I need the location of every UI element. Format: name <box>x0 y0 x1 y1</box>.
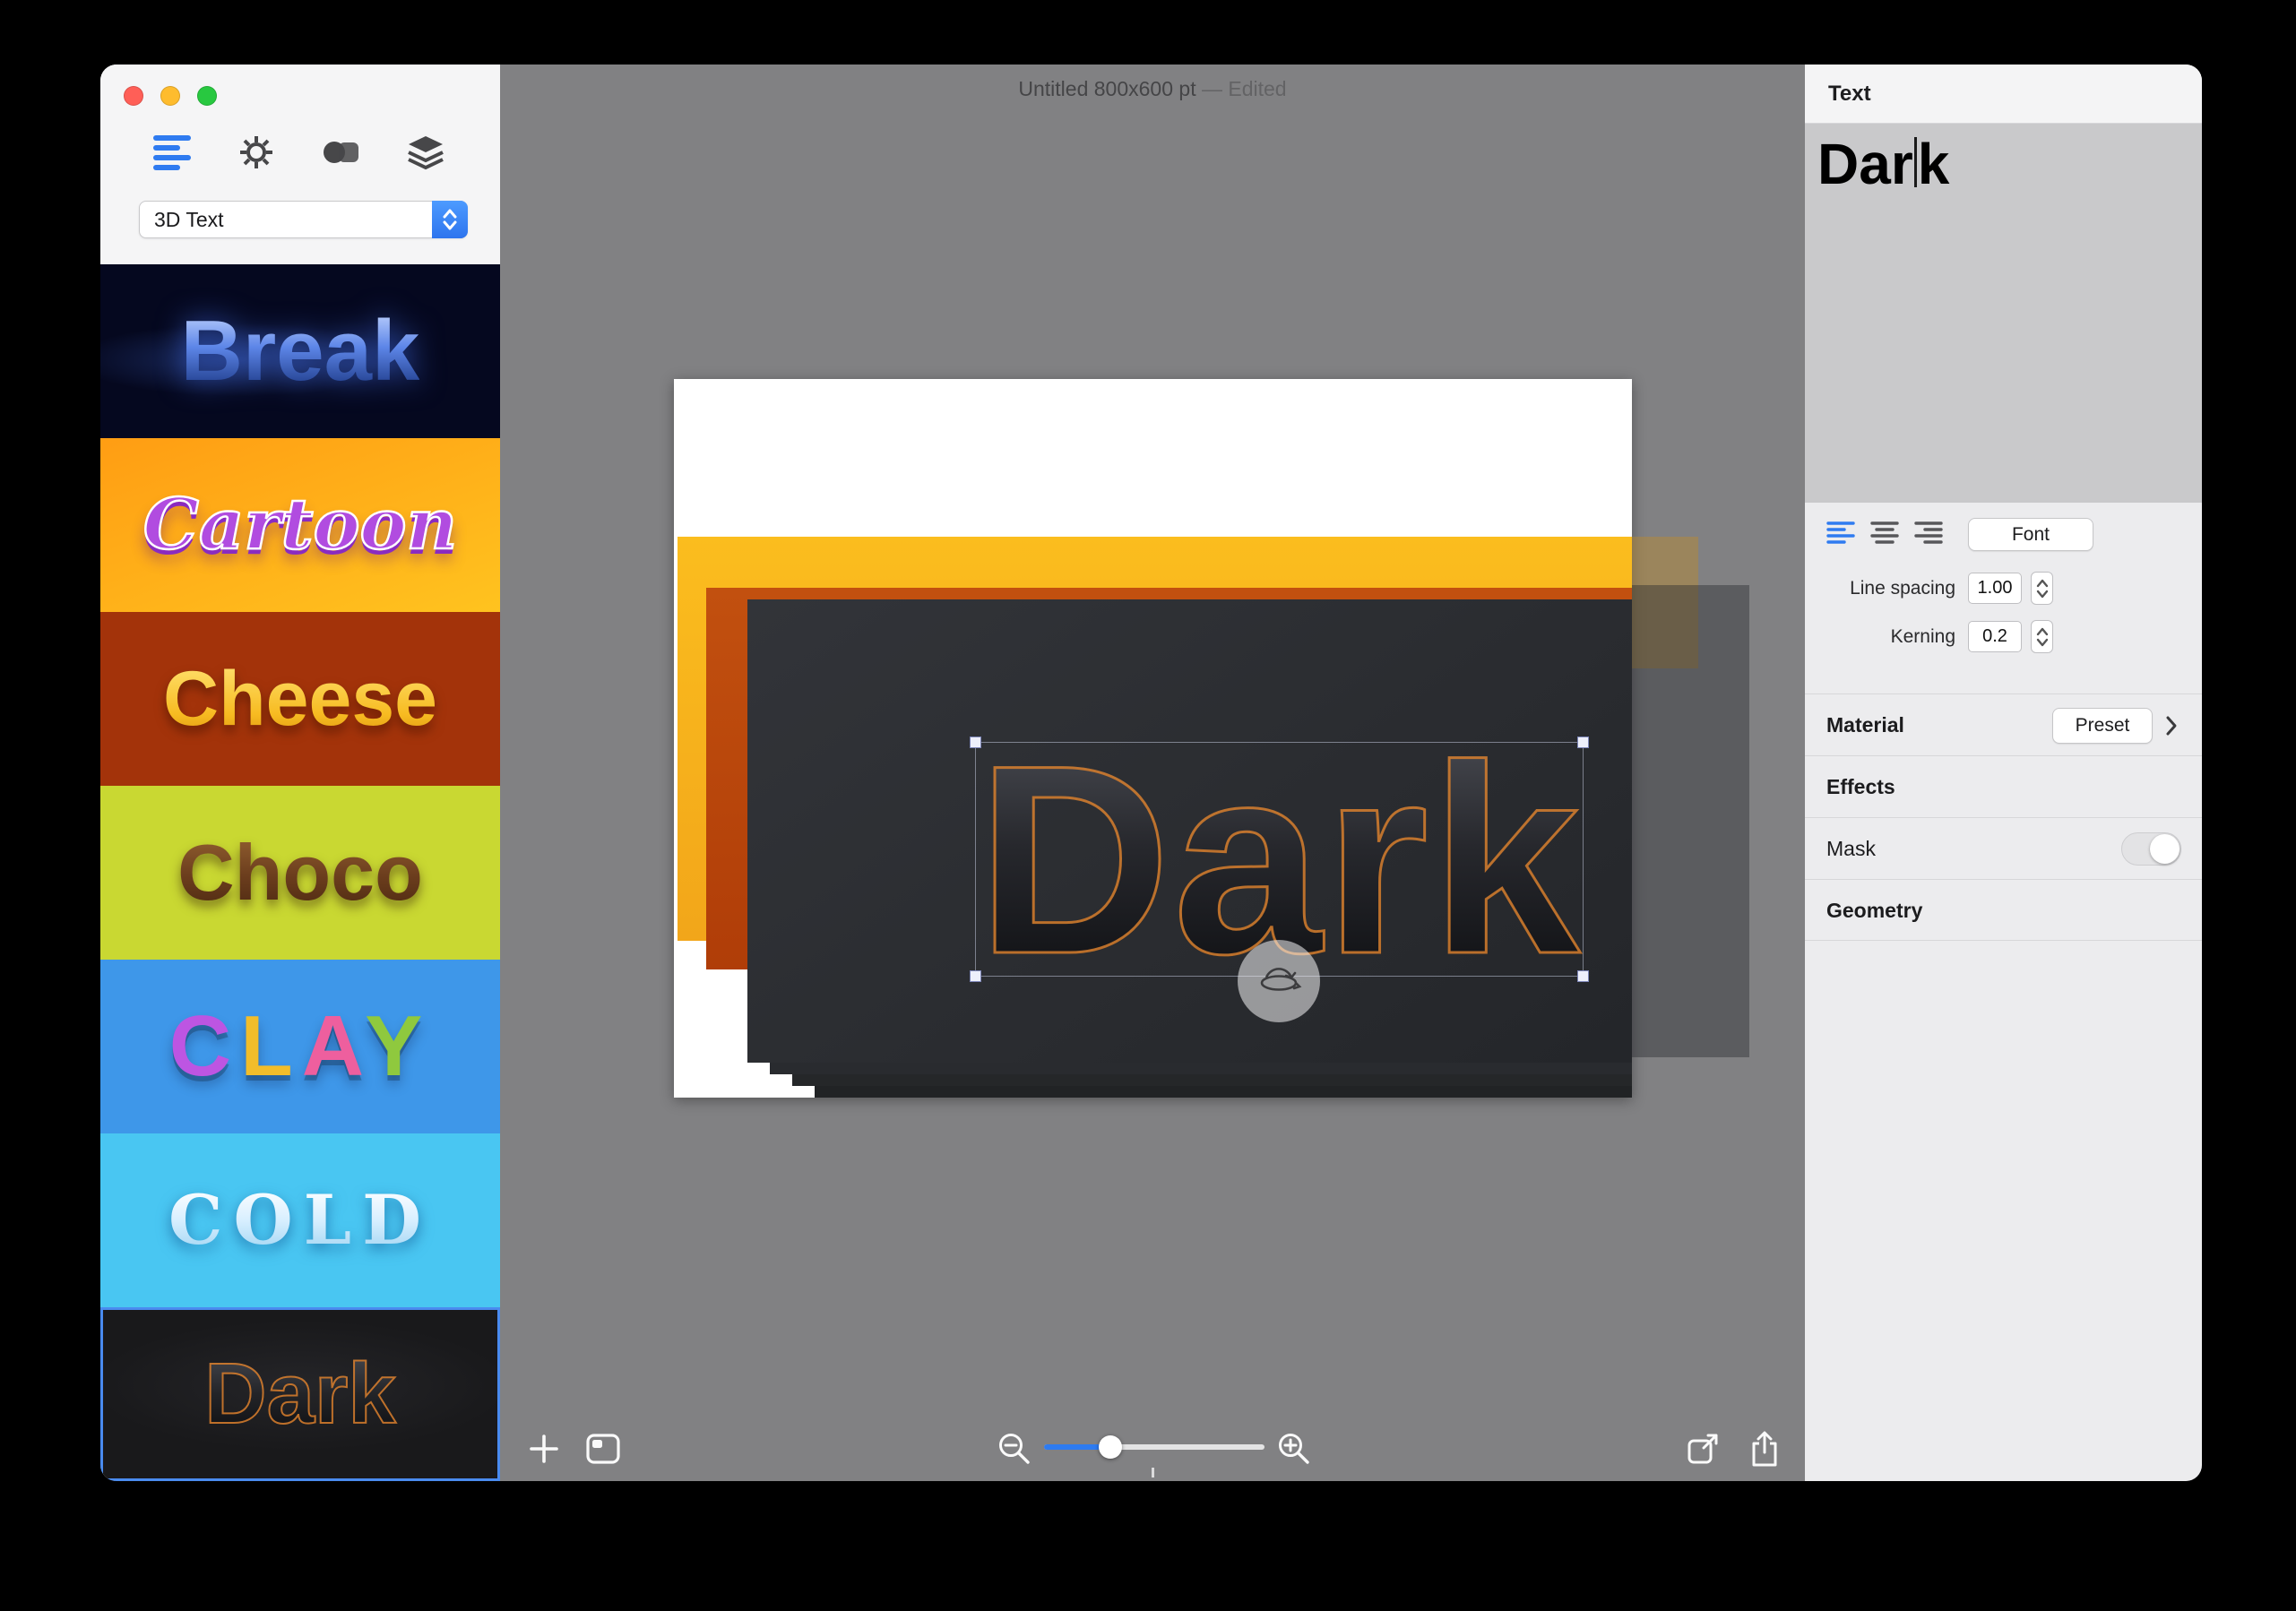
preset-item-cartoon[interactable]: Cartoon <box>100 438 500 612</box>
preset-label-cold: COLD <box>168 1186 432 1254</box>
mask-toggle[interactable] <box>2121 832 2181 866</box>
pages-grid-icon <box>585 1433 621 1465</box>
preset-label-cheese: Cheese <box>163 660 437 737</box>
plus-icon <box>526 1431 562 1467</box>
preset-category-value: 3D Text <box>154 208 224 232</box>
desktop-background: 3D Text Break Cartoon C <box>0 0 2296 1611</box>
selection-handle-top-left[interactable] <box>970 737 981 748</box>
shapes-icon <box>319 134 364 171</box>
line-spacing-stepper[interactable] <box>2031 572 2053 605</box>
kerning-stepper[interactable] <box>2031 620 2053 653</box>
align-center-icon <box>1870 520 1899 547</box>
line-spacing-row: Line spacing 1.00 <box>1805 572 2202 605</box>
minimize-window-button[interactable] <box>160 86 180 106</box>
align-left-icon <box>1826 520 1855 547</box>
add-layer-button[interactable] <box>524 1429 564 1469</box>
zoom-slider-knob[interactable] <box>1099 1435 1122 1459</box>
kerning-row: Kerning 0.2 <box>1805 620 2202 653</box>
material-preset-button[interactable]: Preset <box>2052 708 2153 744</box>
selection-handle-bottom-right[interactable] <box>1577 970 1589 982</box>
sidebar-header: 3D Text <box>100 65 500 264</box>
zoom-in-button[interactable] <box>1274 1429 1314 1469</box>
align-left-button[interactable] <box>1826 520 1855 547</box>
material-section[interactable]: Material Preset <box>1805 694 2202 755</box>
zoom-slider[interactable] <box>1044 1444 1265 1450</box>
sidebar-toolbar <box>100 127 500 181</box>
dropdown-chevrons-icon <box>432 201 468 238</box>
mask-label: Mask <box>1826 818 1876 880</box>
expand-icon <box>1684 1430 1722 1468</box>
preset-list-icon <box>153 135 191 170</box>
align-right-button[interactable] <box>1914 520 1943 547</box>
window-controls <box>124 86 217 106</box>
preset-label-break: Break <box>181 308 420 394</box>
preset-label-dark: Dark <box>204 1351 395 1437</box>
document-title: Untitled 800x600 pt — Edited <box>500 77 1805 101</box>
preset-item-cheese[interactable]: Cheese <box>100 612 500 786</box>
gear-icon <box>236 132 277 173</box>
enter-fullscreen-button[interactable] <box>1683 1429 1722 1469</box>
preset-item-clay[interactable]: CLAY <box>100 960 500 1133</box>
rotate-3d-handle[interactable] <box>1238 940 1320 1022</box>
shapes-tab[interactable] <box>313 127 370 177</box>
zoom-slider-center-tick <box>1152 1468 1154 1477</box>
layers-tab[interactable] <box>397 127 454 177</box>
kerning-input[interactable]: 0.2 <box>1968 621 2022 652</box>
preset-label-choco: Choco <box>177 833 423 912</box>
text-editor-value-before-caret: Dar <box>1817 132 1913 196</box>
layer-overflow-dark <box>1632 585 1749 1057</box>
align-center-button[interactable] <box>1870 520 1899 547</box>
share-button[interactable] <box>1745 1429 1784 1469</box>
preset-item-dark-selected[interactable]: Dark <box>100 1307 500 1481</box>
selection-handle-bottom-left[interactable] <box>970 970 981 982</box>
layers-icon <box>404 134 447 171</box>
chevron-right-icon <box>2164 714 2179 742</box>
preset-item-break[interactable]: Break <box>100 264 500 438</box>
rotate-3d-icon <box>1254 956 1304 1006</box>
text-alignment-group <box>1826 520 1943 547</box>
presets-tab[interactable] <box>143 127 201 177</box>
zoom-in-icon <box>1275 1430 1313 1468</box>
align-right-icon <box>1914 520 1943 547</box>
pages-panel-button[interactable] <box>583 1429 623 1469</box>
stepper-arrows-icon <box>2036 577 2049 600</box>
geometry-label: Geometry <box>1826 880 1922 942</box>
line-spacing-label: Line spacing <box>1805 572 1955 605</box>
document-title-text: Untitled 800x600 pt <box>1018 77 1195 100</box>
kerning-label: Kerning <box>1805 620 1955 653</box>
preset-item-cold[interactable]: COLD <box>100 1133 500 1307</box>
effects-section[interactable]: Effects <box>1805 755 2202 817</box>
stepper-arrows-icon <box>2036 625 2049 649</box>
material-label: Material <box>1826 694 1904 756</box>
effects-label: Effects <box>1826 756 1895 818</box>
zoom-out-icon <box>996 1430 1033 1468</box>
preset-list: Break Cartoon Cheese Choco CLAY COLD <box>100 264 500 1481</box>
app-window: 3D Text Break Cartoon C <box>100 65 2202 1481</box>
settings-tab[interactable] <box>228 127 285 177</box>
document-edited-status: — Edited <box>1202 77 1287 100</box>
share-icon <box>1747 1429 1782 1469</box>
preset-label-cartoon: Cartoon <box>143 490 458 560</box>
preset-item-choco[interactable]: Choco <box>100 786 500 960</box>
mask-section: Mask <box>1805 817 2202 879</box>
mask-toggle-knob <box>2150 834 2179 864</box>
inspector-panel: Text Dark <box>1805 65 2202 1481</box>
inspector-title: Text <box>1805 65 2202 124</box>
text-content-editor[interactable]: Dark <box>1805 124 2202 503</box>
selection-handle-top-right[interactable] <box>1577 737 1589 748</box>
preset-label-clay: CLAY <box>169 1004 432 1090</box>
close-window-button[interactable] <box>124 86 143 106</box>
canvas-area: Untitled 800x600 pt — Edited Dark <box>500 65 1805 1481</box>
fullscreen-window-button[interactable] <box>197 86 217 106</box>
text-cursor <box>1914 137 1917 187</box>
font-button[interactable]: Font <box>1968 518 2093 551</box>
sidebar: 3D Text Break Cartoon C <box>100 65 500 1481</box>
geometry-section[interactable]: Geometry <box>1805 879 2202 941</box>
preset-category-dropdown[interactable]: 3D Text <box>139 201 468 238</box>
text-editor-value-after-caret: k <box>1918 132 1950 196</box>
zoom-out-button[interactable] <box>995 1429 1034 1469</box>
line-spacing-input[interactable]: 1.00 <box>1968 573 2022 604</box>
